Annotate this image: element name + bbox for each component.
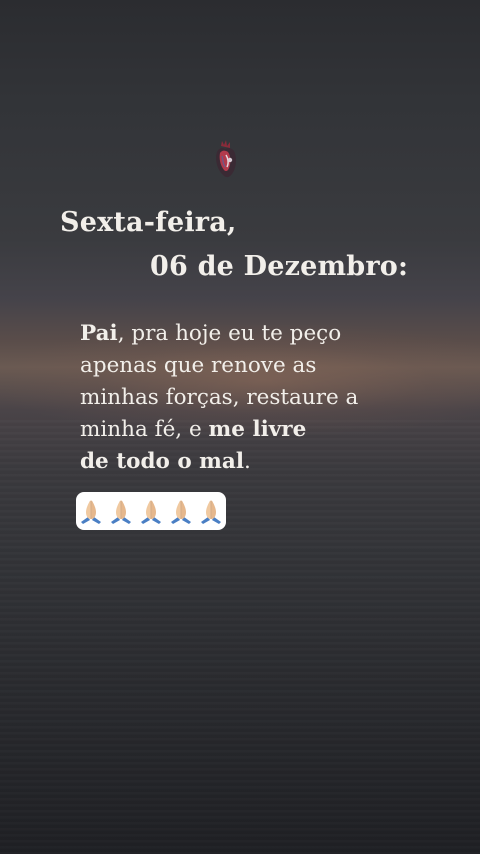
praying-hands-icon	[201, 500, 221, 524]
date-title-day: 06 de Dezembro:	[150, 251, 409, 282]
date-title-weekday: Sexta-feira,	[60, 207, 237, 238]
praying-hands-icon	[141, 500, 161, 524]
water-texture	[0, 420, 480, 854]
praying-hands-icon	[111, 500, 131, 524]
praying-hands-icon	[81, 500, 101, 524]
message-line-5: de todo o mal.	[80, 446, 420, 478]
message-line-4: minha fé, e me livre	[80, 414, 420, 446]
message-bold-de-todo-o-mal: de todo o mal	[80, 449, 245, 474]
praying-hands-icon	[171, 500, 191, 524]
message-line-1: Pai, pra hoje eu te peço	[80, 318, 420, 350]
message-text: , pra hoje eu te peço	[117, 321, 342, 346]
praying-hands-emoji-row	[76, 492, 226, 530]
prayer-message: Pai, pra hoje eu te peço apenas que reno…	[80, 318, 420, 478]
message-line-3: minhas forças, restaure a	[80, 385, 359, 410]
message-bold-me-livre: me livre	[208, 417, 307, 442]
message-bold-pai: Pai	[80, 321, 118, 346]
message-text: minha fé, e	[80, 417, 209, 442]
message-line-2: apenas que renove as	[80, 353, 317, 378]
message-text: .	[244, 449, 251, 474]
anatomical-heart-icon	[216, 140, 237, 178]
